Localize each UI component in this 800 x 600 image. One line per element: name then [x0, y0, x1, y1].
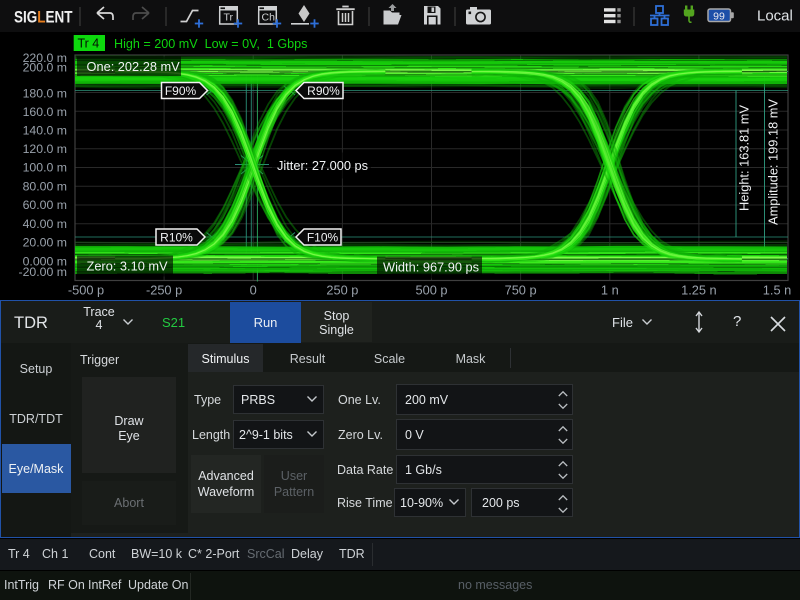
svg-text:Tr: Tr	[224, 12, 234, 24]
svg-text:500 p: 500 p	[415, 283, 447, 298]
svg-text:1.25 n: 1.25 n	[681, 283, 717, 298]
svg-text:60.00 m: 60.00 m	[23, 198, 67, 212]
svg-text:Jitter: 27.000 ps: Jitter: 27.000 ps	[277, 158, 368, 173]
svg-text:1 n: 1 n	[601, 283, 619, 298]
svg-text:180.0 m: 180.0 m	[23, 86, 67, 100]
svg-text:1.5 n: 1.5 n	[763, 283, 791, 298]
svg-text:Amplitude: 199.18 mV: Amplitude: 199.18 mV	[766, 99, 781, 225]
svg-text:One: 202.28 mV: One: 202.28 mV	[87, 59, 181, 74]
svg-text:120.0 m: 120.0 m	[23, 142, 67, 156]
svg-text:200.0 m: 200.0 m	[23, 60, 67, 74]
svg-text:F90%: F90%	[165, 84, 197, 98]
svg-text:R10%: R10%	[160, 230, 193, 244]
svg-text:Local: Local	[757, 8, 793, 25]
svg-text:140.0 m: 140.0 m	[23, 123, 67, 137]
svg-text:Ch: Ch	[262, 12, 276, 24]
svg-text:80.00 m: 80.00 m	[23, 179, 67, 193]
svg-text:250 p: 250 p	[326, 283, 358, 298]
svg-text:99: 99	[713, 11, 725, 23]
svg-text:R90%: R90%	[307, 84, 340, 98]
svg-text:-20.00 m: -20.00 m	[18, 265, 67, 279]
svg-text:100.0 m: 100.0 m	[23, 161, 67, 175]
svg-text:F10%: F10%	[307, 230, 339, 244]
svg-text:Zero: 3.10 mV: Zero: 3.10 mV	[87, 259, 169, 274]
svg-text:750 p: 750 p	[505, 283, 537, 298]
svg-text:SIGLENT: SIGLENT	[14, 9, 73, 27]
svg-text:Width: 967.90 ps: Width: 967.90 ps	[383, 260, 479, 275]
svg-text:Tr 4: Tr 4	[78, 37, 100, 51]
svg-text:40.00 m: 40.00 m	[23, 217, 67, 231]
svg-text:0: 0	[250, 283, 257, 298]
svg-text:160.0 m: 160.0 m	[23, 105, 67, 119]
svg-text:-500 p: -500 p	[68, 283, 104, 298]
svg-text:Height: 163.81 mV: Height: 163.81 mV	[737, 105, 752, 211]
svg-text:High = 200 mV Low = 0V, 1 Gb: High = 200 mV Low = 0V, 1 Gbps	[114, 37, 307, 51]
svg-text:20.00 m: 20.00 m	[23, 236, 67, 250]
svg-text:-250 p: -250 p	[146, 283, 182, 298]
